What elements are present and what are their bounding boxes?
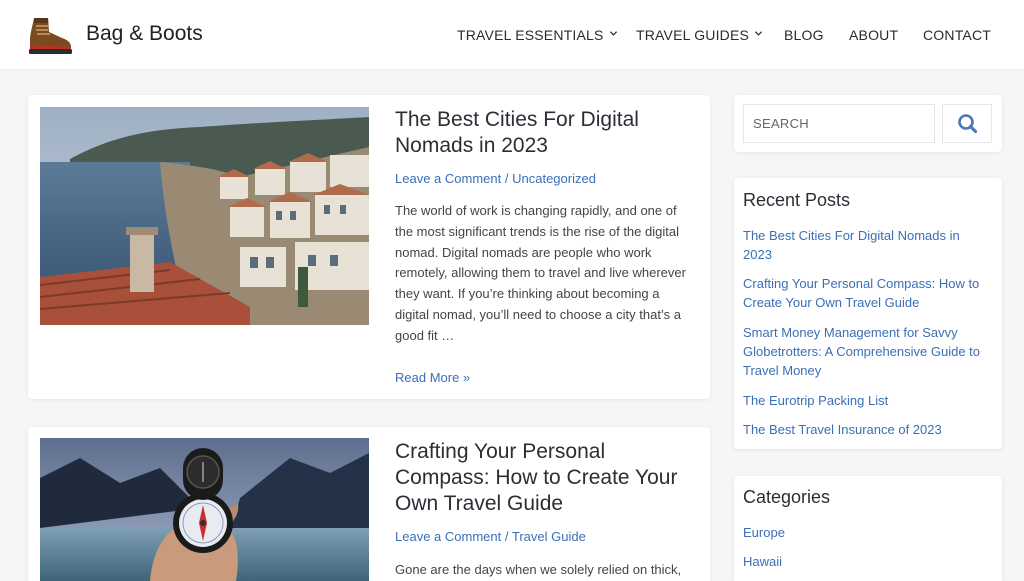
excerpt-line: good fit … (395, 327, 455, 343)
search-input[interactable] (743, 104, 935, 143)
post-title[interactable]: Crafting Your Personal Compass: How to C… (395, 439, 677, 517)
recent-post-line: 2023 (743, 247, 772, 262)
magnifier-icon (958, 114, 978, 134)
post-title-line: Own Travel Guide (395, 492, 564, 515)
post-meta: Leave a Comment / Uncategorized (395, 171, 596, 186)
nav-contact[interactable]: CONTACT (923, 27, 991, 43)
recent-post-link[interactable]: Crafting Your Personal Compass: How to C… (743, 274, 979, 312)
read-more-link[interactable]: Read More » (395, 370, 470, 385)
search-button[interactable] (942, 104, 992, 143)
post-excerpt: The world of work is changing rapidly, a… (395, 201, 686, 347)
excerpt-line: they want. If you’re thinking about beco… (395, 286, 660, 302)
post-card: Crafting Your Personal Compass: How to C… (28, 427, 710, 581)
recent-post-line: Globetrotters: A Comprehensive Guide to (743, 344, 981, 359)
nav-travel-essentials[interactable]: TRAVEL ESSENTIALS (457, 27, 618, 43)
recent-post-line: Create Your Own Travel Guide (743, 295, 920, 310)
excerpt-line: Gone are the days when we solely relied … (395, 562, 682, 577)
post-thumbnail[interactable] (40, 438, 369, 581)
recent-post-line: Travel Money (743, 363, 822, 378)
recent-post-link[interactable]: Smart Money Management for Savvy Globetr… (743, 323, 980, 380)
post-title-line: Crafting Your Personal (395, 440, 606, 463)
recent-post-line: Smart Money Management for Savvy (743, 325, 958, 340)
recent-post-line: Crafting Your Personal Compass: How to (743, 276, 980, 291)
nav-about[interactable]: ABOUT (849, 27, 898, 43)
post-title-line: The Best Cities For Digital (395, 108, 639, 131)
recent-post-link[interactable]: The Eurotrip Packing List (743, 391, 888, 410)
recent-post-link[interactable]: The Best Cities For Digital Nomads in 20… (743, 226, 960, 264)
post-card: The Best Cities For Digital Nomads in 20… (28, 95, 710, 399)
chevron-down-icon (754, 31, 763, 36)
category-item-hawaii[interactable]: Hawaii (743, 552, 782, 571)
recent-post-link[interactable]: The Best Travel Insurance of 2023 (743, 420, 942, 439)
coastal-town-image (40, 107, 369, 325)
meta-separator: / (504, 529, 509, 544)
category-item-europe[interactable]: Europe (743, 523, 785, 542)
categories-title: Categories (743, 487, 831, 507)
post-title[interactable]: The Best Cities For Digital Nomads in 20… (395, 107, 639, 159)
post-title-line: Compass: How to Create Your (395, 466, 678, 489)
nav-travel-guides-label: TRAVEL GUIDES (636, 27, 750, 43)
post-title-line: Nomads in 2023 (395, 134, 548, 157)
category-link[interactable]: Travel Guide (512, 529, 586, 544)
excerpt-line: digital nomad, you’ll need to choose a c… (395, 306, 681, 322)
recent-posts-title: Recent Posts (743, 190, 851, 210)
excerpt-line: nomad. Digital nomads are people who wor… (395, 244, 652, 260)
excerpt-line: remotely, allowing them to travel and li… (395, 265, 686, 281)
excerpt-line: the most significant trends is the rise … (395, 223, 679, 239)
hiking-boot-icon[interactable] (26, 14, 74, 56)
nav-travel-essentials-label: TRAVEL ESSENTIALS (457, 27, 604, 43)
post-thumbnail[interactable] (40, 107, 369, 325)
post-meta: Leave a Comment / Travel Guide (395, 529, 586, 544)
nav-travel-guides[interactable]: TRAVEL GUIDES (636, 27, 763, 43)
site-title[interactable]: Bag & Boots (86, 22, 203, 46)
leave-comment-link[interactable]: Leave a Comment (395, 529, 501, 544)
site-header: Bag & Boots TRAVEL ESSENTIALS TRAVEL GUI… (0, 0, 1024, 70)
compass-in-hand-image (40, 438, 369, 581)
meta-separator: / (504, 171, 509, 186)
post-excerpt: Gone are the days when we solely relied … (395, 560, 681, 581)
recent-post-line: The Best Cities For Digital Nomads in (743, 228, 960, 243)
leave-comment-link[interactable]: Leave a Comment (395, 171, 501, 186)
nav-blog[interactable]: BLOG (784, 27, 824, 43)
excerpt-line: The world of work is changing rapidly, a… (395, 203, 677, 218)
category-link[interactable]: Uncategorized (512, 171, 596, 186)
chevron-down-icon (609, 31, 617, 36)
